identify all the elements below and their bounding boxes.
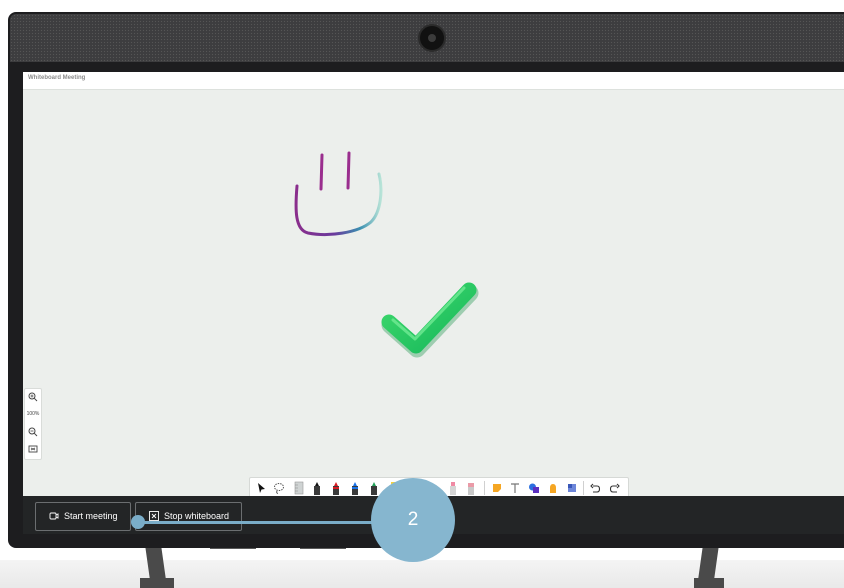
red-pen-icon[interactable] (329, 481, 343, 495)
callout-number-badge: 2 (371, 478, 455, 562)
toolbar-separator (484, 481, 485, 495)
text-icon[interactable] (508, 481, 522, 495)
ruler-icon[interactable] (292, 481, 306, 495)
stop-whiteboard-button[interactable]: Stop whiteboard (135, 502, 242, 531)
eraser-icon[interactable] (464, 481, 478, 495)
blue-pen-icon[interactable] (348, 481, 362, 495)
pink-highlighter-icon[interactable] (446, 481, 460, 495)
select-arrow-icon[interactable] (254, 481, 268, 495)
zoom-in-icon[interactable] (27, 391, 39, 403)
lasso-icon[interactable] (272, 481, 286, 495)
zoom-out-icon[interactable] (27, 426, 39, 438)
sticky-note-icon[interactable] (490, 481, 504, 495)
reactions-icon[interactable] (546, 481, 560, 495)
whiteboard-screen: Whiteboard Meeting 100% Start meeting St… (23, 72, 844, 534)
camera-icon (420, 26, 444, 50)
title-bar: Whiteboard Meeting (23, 72, 844, 90)
start-meeting-button[interactable]: Start meeting (35, 502, 131, 531)
ink-layer (294, 151, 479, 358)
stop-whiteboard-label: Stop whiteboard (164, 511, 230, 521)
stand-foot-left (140, 578, 174, 588)
templates-icon[interactable] (565, 481, 579, 495)
fit-screen-icon[interactable] (27, 443, 39, 455)
start-meeting-label: Start meeting (64, 511, 118, 521)
window-title: Whiteboard Meeting (28, 75, 86, 81)
close-box-icon (149, 511, 159, 521)
smiley-eye-right (346, 151, 351, 190)
zoom-control: 100% (24, 388, 42, 460)
redo-icon[interactable] (608, 481, 622, 495)
shapes-icon[interactable] (527, 481, 541, 495)
toolbar-separator (583, 481, 584, 495)
callout-connector (138, 521, 410, 524)
undo-icon[interactable] (588, 481, 602, 495)
black-pen-icon[interactable] (310, 481, 324, 495)
green-pen-icon[interactable] (367, 481, 381, 495)
whiteboard-canvas[interactable] (23, 90, 844, 495)
smiley-eye-left (319, 153, 324, 191)
smiley-mouth (294, 172, 383, 236)
zoom-level: 100% (26, 411, 40, 417)
callout-anchor-dot (131, 515, 145, 529)
meeting-icon (49, 511, 59, 521)
stand-foot-right (694, 578, 724, 588)
